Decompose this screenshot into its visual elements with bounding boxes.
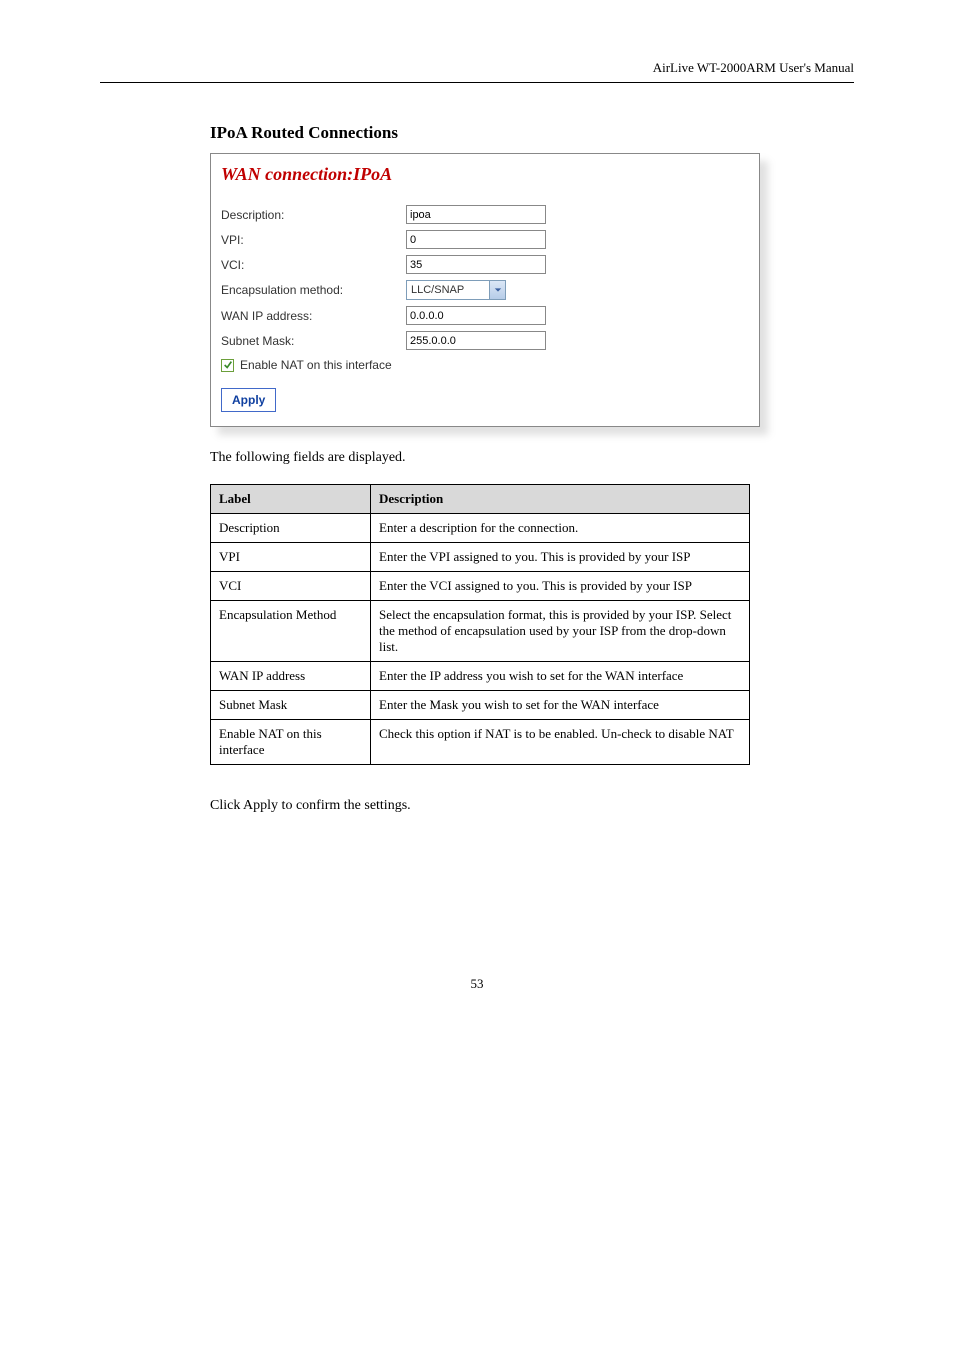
vpi-label: VPI:: [221, 233, 406, 247]
table-row: Encapsulation Method Select the encapsul…: [211, 601, 750, 662]
cell-desc: Enter a description for the connection.: [371, 514, 750, 543]
th-desc: Description: [371, 485, 750, 514]
cell-label: Description: [211, 514, 371, 543]
page-number: 53: [100, 976, 854, 992]
encaps-value: LLC/SNAP: [407, 284, 489, 296]
cell-desc: Select the encapsulation format, this is…: [371, 601, 750, 662]
cell-label: WAN IP address: [211, 662, 371, 691]
chevron-down-icon: [489, 281, 505, 299]
vci-label: VCI:: [221, 258, 406, 272]
table-row: Subnet Mask Enter the Mask you wish to s…: [211, 691, 750, 720]
check-icon: [223, 360, 233, 370]
description-label: Description:: [221, 208, 406, 222]
vpi-input[interactable]: [406, 230, 546, 249]
table-row: VPI Enter the VPI assigned to you. This …: [211, 543, 750, 572]
cell-desc: Enter the VCI assigned to you. This is p…: [371, 572, 750, 601]
cell-label: Encapsulation Method: [211, 601, 371, 662]
table-row: WAN IP address Enter the IP address you …: [211, 662, 750, 691]
description-input[interactable]: [406, 205, 546, 224]
nat-checkbox[interactable]: [221, 359, 234, 372]
cell-label: Enable NAT on this interface: [211, 720, 371, 765]
closing-text: Click Apply to confirm the settings.: [210, 795, 854, 816]
cell-label: VPI: [211, 543, 371, 572]
header-rule: [100, 82, 854, 83]
wanip-input[interactable]: [406, 306, 546, 325]
wanip-label: WAN IP address:: [221, 309, 406, 323]
th-label: Label: [211, 485, 371, 514]
cell-label: VCI: [211, 572, 371, 601]
nat-label: Enable NAT on this interface: [240, 358, 392, 372]
cell-desc: Enter the VPI assigned to you. This is p…: [371, 543, 750, 572]
cell-desc: Enter the Mask you wish to set for the W…: [371, 691, 750, 720]
subnet-input[interactable]: [406, 331, 546, 350]
section-heading: IPoA Routed Connections: [210, 123, 854, 143]
vci-input[interactable]: [406, 255, 546, 274]
doc-header-title: AirLive WT-2000ARM User's Manual: [100, 60, 854, 82]
cell-desc: Enter the IP address you wish to set for…: [371, 662, 750, 691]
intro-text: The following fields are displayed.: [210, 447, 854, 468]
cell-desc: Check this option if NAT is to be enable…: [371, 720, 750, 765]
cell-label: Subnet Mask: [211, 691, 371, 720]
encaps-select[interactable]: LLC/SNAP: [406, 280, 506, 300]
encaps-label: Encapsulation method:: [221, 283, 406, 297]
apply-button[interactable]: Apply: [221, 388, 276, 412]
panel-title: WAN connection:IPoA: [221, 164, 749, 185]
table-row: VCI Enter the VCI assigned to you. This …: [211, 572, 750, 601]
table-row: Enable NAT on this interface Check this …: [211, 720, 750, 765]
config-screenshot: WAN connection:IPoA Description: VPI: VC…: [210, 153, 760, 427]
table-row: Description Enter a description for the …: [211, 514, 750, 543]
description-table: Label Description Description Enter a de…: [210, 484, 750, 765]
subnet-label: Subnet Mask:: [221, 334, 406, 348]
